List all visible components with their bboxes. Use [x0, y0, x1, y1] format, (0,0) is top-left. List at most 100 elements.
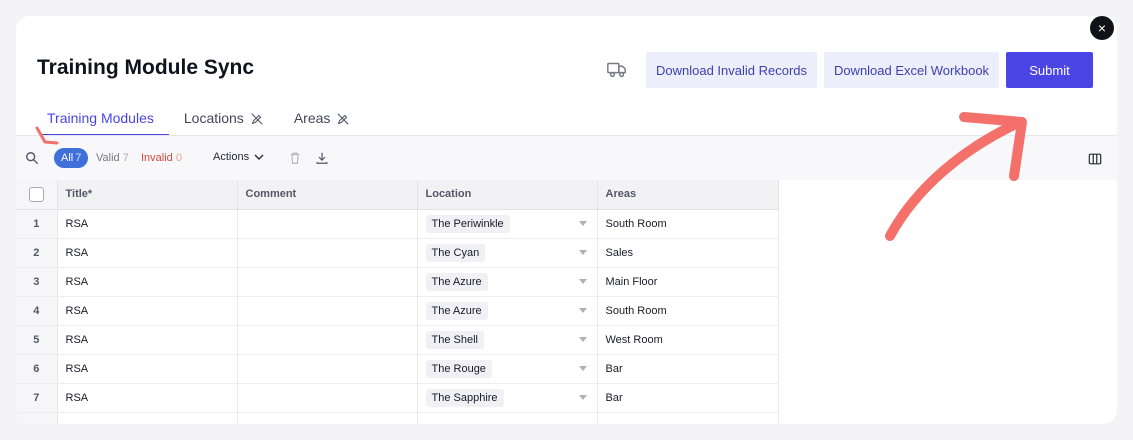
comment-cell[interactable]	[237, 238, 418, 268]
empty-cell	[237, 412, 418, 424]
location-chip: The Cyan	[425, 243, 486, 262]
table-row[interactable]: 6 RSA The Rouge Bar	[16, 354, 779, 384]
areas-cell[interactable]: Bar	[597, 383, 779, 413]
dropdown-caret-icon[interactable]	[578, 249, 587, 255]
title-cell[interactable]: RSA	[57, 267, 238, 297]
location-chip: The Rouge	[425, 359, 492, 378]
row-number[interactable]: 2	[16, 238, 58, 268]
close-button[interactable]: ×	[1090, 16, 1114, 40]
tab-training-modules[interactable]: Training Modules	[32, 106, 169, 136]
filter-valid-count: 7	[122, 152, 129, 164]
row-number[interactable]: 5	[16, 325, 58, 355]
table-row[interactable]: 1 RSA The Periwinkle South Room	[16, 209, 779, 239]
comment-cell[interactable]	[237, 296, 418, 326]
areas-cell[interactable]: South Room	[597, 296, 779, 326]
download-invalid-records-button[interactable]: Download Invalid Records	[646, 52, 817, 88]
areas-cell[interactable]: South Room	[597, 209, 779, 239]
table-row[interactable]: 3 RSA The Azure Main Floor	[16, 267, 779, 297]
table-row[interactable]: 5 RSA The Shell West Room	[16, 325, 779, 355]
column-header-areas[interactable]: Areas	[597, 180, 779, 210]
comment-cell[interactable]	[237, 325, 418, 355]
row-number[interactable]: 7	[16, 383, 58, 413]
title-cell[interactable]: RSA	[57, 209, 238, 239]
dropdown-caret-icon[interactable]	[578, 365, 587, 371]
column-header-comment[interactable]: Comment	[237, 180, 418, 210]
location-chip: The Azure	[425, 301, 488, 320]
submit-button[interactable]: Submit	[1006, 52, 1093, 88]
row-number[interactable]: 1	[16, 209, 58, 239]
row-number[interactable]: 4	[16, 296, 58, 326]
areas-cell[interactable]: Bar	[597, 354, 779, 384]
actions-label: Actions	[213, 151, 250, 163]
dropdown-caret-icon[interactable]	[578, 307, 587, 313]
grid-header-row: Title* Comment Location Areas	[16, 180, 779, 210]
modal: Training Module Sync Download Invalid Re…	[16, 16, 1117, 424]
filter-invalid-pill[interactable]: Invalid 0	[141, 152, 182, 164]
no-edit-pencil-icon	[337, 113, 350, 125]
filter-valid-pill[interactable]: Valid 7	[96, 152, 129, 164]
tab-label: Areas	[293, 110, 331, 126]
trash-icon[interactable]	[288, 151, 302, 165]
columns-icon[interactable]	[1088, 152, 1102, 166]
location-chip: The Sapphire	[425, 388, 504, 407]
location-cell[interactable]: The Azure	[417, 296, 598, 326]
filter-all-count: 7	[75, 152, 82, 164]
row-number[interactable]: 6	[16, 354, 58, 384]
comment-cell[interactable]	[237, 383, 418, 413]
location-cell[interactable]: The Cyan	[417, 238, 598, 268]
truck-icon[interactable]	[606, 58, 628, 80]
location-chip: The Azure	[425, 272, 488, 291]
column-header-location[interactable]: Location	[417, 180, 598, 210]
dropdown-caret-icon[interactable]	[578, 394, 587, 400]
filter-invalid-label: Invalid	[141, 152, 173, 164]
areas-cell[interactable]: Sales	[597, 238, 779, 268]
download-excel-workbook-button[interactable]: Download Excel Workbook	[824, 52, 999, 88]
location-cell[interactable]: The Rouge	[417, 354, 598, 384]
data-grid: Title* Comment Location Areas 1 RSA The Pe…	[16, 180, 779, 424]
location-cell[interactable]: The Sapphire	[417, 383, 598, 413]
column-header-title[interactable]: Title*	[57, 180, 238, 210]
chevron-down-icon	[254, 154, 264, 160]
search-icon[interactable]	[25, 151, 39, 165]
title-cell[interactable]: RSA	[57, 296, 238, 326]
dropdown-caret-icon[interactable]	[578, 336, 587, 342]
empty-cell	[597, 412, 779, 424]
dropdown-caret-icon[interactable]	[578, 220, 587, 226]
tab-areas[interactable]: Areas	[279, 106, 366, 136]
title-cell[interactable]: RSA	[57, 383, 238, 413]
title-cell[interactable]: RSA	[57, 354, 238, 384]
actions-dropdown[interactable]: Actions	[213, 151, 264, 163]
tab-bar: Training Modules Locations Areas	[32, 106, 365, 136]
grid-toolbar: All 7 Valid 7 Invalid 0 Actions	[16, 136, 1117, 180]
comment-cell[interactable]	[237, 354, 418, 384]
table-row[interactable]: 2 RSA The Cyan Sales	[16, 238, 779, 268]
location-cell[interactable]: The Periwinkle	[417, 209, 598, 239]
location-cell[interactable]: The Azure	[417, 267, 598, 297]
filter-all-label: All	[61, 152, 74, 164]
comment-cell[interactable]	[237, 267, 418, 297]
filter-valid-label: Valid	[96, 152, 120, 164]
page-title: Training Module Sync	[37, 56, 255, 79]
table-row[interactable]: 7 RSA The Sapphire Bar	[16, 383, 779, 413]
select-all-checkbox[interactable]	[28, 186, 44, 202]
areas-cell[interactable]: West Room	[597, 325, 779, 355]
filter-all-pill[interactable]: All 7	[54, 148, 89, 168]
areas-cell[interactable]: Main Floor	[597, 267, 779, 297]
row-number[interactable]: 3	[16, 267, 58, 297]
row-number	[16, 412, 58, 424]
table-row-empty	[16, 412, 779, 424]
location-cell[interactable]: The Shell	[417, 325, 598, 355]
table-row[interactable]: 4 RSA The Azure South Room	[16, 296, 779, 326]
empty-cell	[57, 412, 238, 424]
title-cell[interactable]: RSA	[57, 325, 238, 355]
comment-cell[interactable]	[237, 209, 418, 239]
no-edit-pencil-icon	[251, 113, 263, 125]
download-icon[interactable]	[315, 151, 329, 165]
tab-locations[interactable]: Locations	[169, 106, 279, 136]
empty-cell	[417, 412, 598, 424]
title-cell[interactable]: RSA	[57, 238, 238, 268]
filter-invalid-count: 0	[175, 152, 182, 164]
tab-label: Training Modules	[47, 110, 154, 126]
dropdown-caret-icon[interactable]	[578, 278, 587, 284]
location-chip: The Shell	[425, 330, 484, 349]
